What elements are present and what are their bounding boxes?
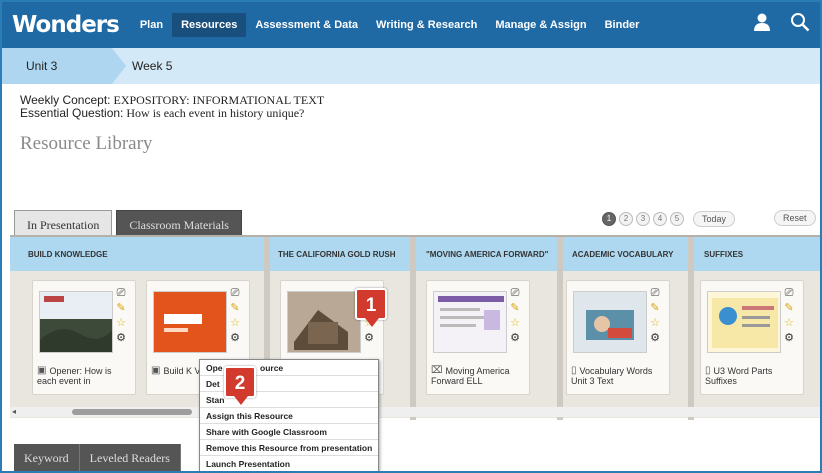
page-3-button[interactable]: 3 — [636, 212, 650, 226]
document-icon: ▯ — [705, 365, 711, 376]
resource-thumbnail[interactable] — [153, 291, 227, 353]
favorite-star-icon[interactable]: ☆ — [230, 317, 240, 329]
nav-assessment-data[interactable]: Assessment & Data — [246, 13, 367, 37]
callout-badge-1: 1 — [355, 288, 387, 327]
page-2-button[interactable]: 2 — [619, 212, 633, 226]
section-suffixes: SUFFIXES — [704, 250, 744, 259]
today-button[interactable]: Today — [693, 211, 736, 227]
edit-pencil-icon[interactable]: ✎ — [116, 302, 125, 314]
resource-thumbnail[interactable] — [39, 291, 113, 353]
gear-icon[interactable]: ⚙ — [364, 332, 374, 344]
resource-card[interactable]: ⎚ ✎ ☆ ⚙ ▯ U3 Word Parts Suffixes — [700, 280, 804, 395]
favorite-star-icon[interactable]: ☆ — [116, 317, 126, 329]
resource-thumbnail[interactable] — [573, 291, 647, 353]
resource-carousel: BUILD KNOWLEDGE THE CALIFORNIA GOLD RUSH… — [10, 235, 820, 420]
resource-thumbnail[interactable] — [433, 291, 507, 353]
menu-assign-resource[interactable]: Assign this Resource — [200, 408, 378, 424]
card-title-text: Opener: How is each event in — [37, 366, 112, 386]
video-icon: ▣ — [151, 365, 161, 376]
present-icon[interactable]: ⎚ — [511, 287, 520, 299]
breadcrumb: Unit 3 Week 5 — [2, 48, 820, 84]
present-icon[interactable]: ⎚ — [231, 287, 240, 299]
top-nav: Wonders Plan Resources Assessment & Data… — [2, 2, 820, 48]
section-divider — [557, 237, 563, 420]
pagination: 1 2 3 4 5 Today — [602, 211, 736, 227]
favorite-star-icon[interactable]: ☆ — [650, 317, 660, 329]
edit-pencil-icon[interactable]: ✎ — [510, 302, 519, 314]
card-title-text: U3 Word Parts Suffixes — [705, 366, 773, 386]
resource-card[interactable]: ⎚ ✎ ☆ ⚙ ⌧ Moving America Forward ELL — [426, 280, 530, 395]
section-divider — [410, 237, 416, 420]
section-moving-america-forward: "MOVING AMERICA FORWARD" — [426, 250, 549, 259]
weekly-concept-label: Weekly Concept: — [20, 93, 111, 107]
nav-manage-assign[interactable]: Manage & Assign — [486, 13, 595, 37]
document-icon: ▯ — [571, 365, 577, 376]
page-title: Resource Library — [20, 133, 153, 154]
menu-remove-from-presentation[interactable]: Remove this Resource from presentation — [200, 440, 378, 456]
card-title: ⌧ Moving America Forward ELL — [431, 365, 527, 387]
resource-thumbnail[interactable] — [287, 291, 361, 353]
nav-plan[interactable]: Plan — [131, 13, 172, 37]
gear-icon[interactable]: ⚙ — [116, 332, 126, 344]
scroll-left-arrow-icon[interactable]: ◂ — [12, 407, 16, 416]
present-icon[interactable]: ⎚ — [785, 287, 794, 299]
card-title-text: Vocabulary Words Unit 3 Text — [571, 366, 653, 386]
favorite-star-icon[interactable]: ☆ — [784, 317, 794, 329]
gear-icon[interactable]: ⚙ — [230, 332, 240, 344]
gear-icon[interactable]: ⚙ — [784, 332, 794, 344]
menu-share-google-classroom[interactable]: Share with Google Classroom — [200, 424, 378, 440]
menu-launch-presentation[interactable]: Launch Presentation — [200, 456, 378, 471]
resource-card[interactable]: ⎚ ✎ ☆ ⚙ ▣ Opener: How is each event in — [32, 280, 136, 395]
resource-thumbnail[interactable] — [707, 291, 781, 353]
resource-card[interactable]: ⎚ ✎ ☆ ⚙ ▯ Vocabulary Words Unit 3 Text — [566, 280, 670, 395]
book-icon: ⌧ — [431, 365, 443, 376]
favorite-star-icon[interactable]: ☆ — [510, 317, 520, 329]
callout-badge-2: 2 — [224, 366, 256, 405]
breadcrumb-week[interactable]: Week 5 — [132, 59, 172, 73]
weekly-concept-block: Weekly Concept: EXPOSITORY: INFORMATIONA… — [20, 94, 324, 120]
nav-resources[interactable]: Resources — [172, 13, 247, 37]
card-title: ▯ U3 Word Parts Suffixes — [705, 365, 801, 387]
page-5-button[interactable]: 5 — [670, 212, 684, 226]
nav-binder[interactable]: Binder — [596, 13, 649, 37]
card-title-text: Moving America Forward ELL — [431, 366, 510, 386]
wonders-logo[interactable]: Wonders — [12, 12, 120, 38]
tab-keyword[interactable]: Keyword — [14, 444, 80, 471]
weekly-concept-value: EXPOSITORY: INFORMATIONAL TEXT — [113, 93, 325, 107]
gear-icon[interactable]: ⚙ — [510, 332, 520, 344]
section-california-gold-rush: THE CALIFORNIA GOLD RUSH — [278, 250, 396, 259]
page-1-button[interactable]: 1 — [602, 212, 616, 226]
page-4-button[interactable]: 4 — [653, 212, 667, 226]
scrollbar-thumb[interactable] — [72, 409, 192, 415]
gear-icon[interactable]: ⚙ — [650, 332, 660, 344]
essential-question-label: Essential Question: — [20, 106, 124, 120]
card-title: ▣ Opener: How is each event in — [37, 365, 133, 387]
user-icon[interactable] — [754, 13, 770, 36]
bottom-tabs: Keyword Leveled Readers — [14, 444, 181, 471]
essential-question-value: How is each event in history unique? — [126, 106, 305, 120]
nav-writing-research[interactable]: Writing & Research — [367, 13, 486, 37]
section-build-knowledge: BUILD KNOWLEDGE — [28, 250, 108, 259]
edit-pencil-icon[interactable]: ✎ — [784, 302, 793, 314]
edit-pencil-icon[interactable]: ✎ — [230, 302, 239, 314]
reset-button[interactable]: Reset — [774, 210, 816, 226]
app-frame: Wonders Plan Resources Assessment & Data… — [0, 0, 822, 473]
section-academic-vocabulary: ACADEMIC VOCABULARY — [572, 250, 674, 259]
search-icon[interactable] — [790, 12, 810, 37]
present-icon[interactable]: ⎚ — [117, 287, 126, 299]
card-title: ▯ Vocabulary Words Unit 3 Text — [571, 365, 667, 387]
essential-question: Essential Question: How is each event in… — [20, 107, 324, 120]
menu-item-label: Ope — [206, 363, 223, 373]
present-icon[interactable]: ⎚ — [651, 287, 660, 299]
edit-pencil-icon[interactable]: ✎ — [650, 302, 659, 314]
section-divider — [688, 237, 694, 420]
menu-item-label: ource — [260, 363, 284, 373]
video-icon: ▣ — [37, 365, 47, 376]
tab-leveled-readers[interactable]: Leveled Readers — [79, 444, 181, 471]
breadcrumb-unit[interactable]: Unit 3 — [2, 48, 126, 84]
